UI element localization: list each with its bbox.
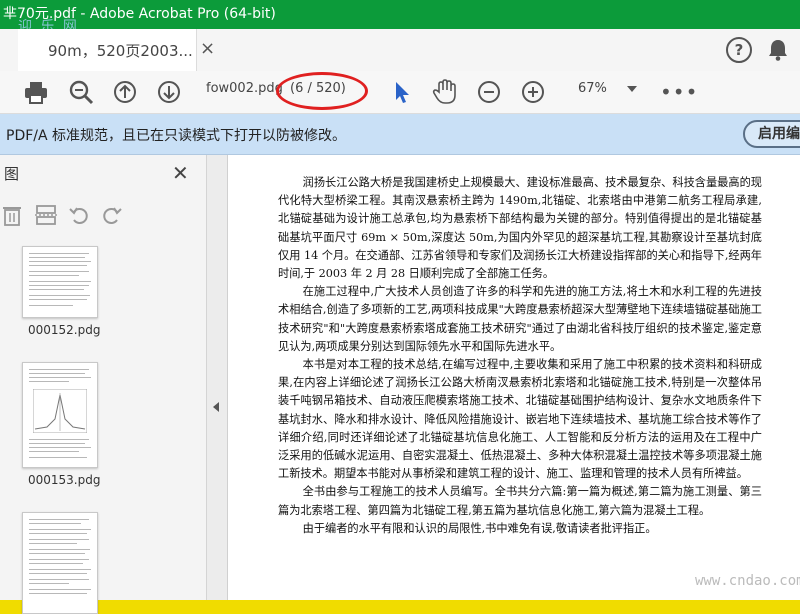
enable-editing-button[interactable]: 启用编: [743, 120, 800, 148]
document-page: 润扬长江公路大桥是我国建桥史上规模最大、建设标准最高、技术最复杂、科技含量最高的…: [228, 155, 800, 600]
undo-icon[interactable]: [67, 203, 91, 227]
toolbar: fow002.pdg (6 / 520) 67% •••: [0, 71, 800, 114]
paragraph: 由于编者的水平有限和认识的局限性,书中难免有误,敬请读者批评指正。: [302, 521, 657, 535]
document-tab[interactable]: 90m，520页2003... ×: [18, 29, 215, 71]
chevron-down-icon[interactable]: [627, 86, 637, 92]
hand-tool-icon[interactable]: [430, 78, 458, 106]
notice-text: PDF/A 标准规范，且已在只读模式下打开以防被修改。: [6, 128, 347, 144]
page-name-field[interactable]: fow002.pdg: [206, 81, 283, 96]
paragraph: 全书由参与工程施工的技术人员编写。全书共分六篇:第一篇为概述,第二篇为施工测量、…: [278, 485, 762, 517]
notice-bar: PDF/A 标准规范，且已在只读模式下打开以防被修改。 启用编: [0, 114, 800, 155]
panel-title: 图: [4, 165, 20, 183]
tab-label: 90m，520页2003...: [48, 42, 193, 60]
document-text: 润扬长江公路大桥是我国建桥史上规模最大、建设标准最高、技术最复杂、科技含量最高的…: [278, 174, 762, 538]
print-icon[interactable]: [22, 78, 50, 106]
panel-splitter[interactable]: [207, 155, 228, 600]
paragraph: 在施工过程中,广大技术人员创造了许多的科学和先进的施工方法,将土木和水利工程的先…: [278, 285, 762, 353]
zoom-level-field[interactable]: 67%: [578, 81, 607, 96]
thumbnail-label: 000153.pdg: [28, 473, 101, 487]
next-page-icon[interactable]: [155, 78, 183, 106]
close-icon[interactable]: ✕: [172, 161, 189, 185]
zoom-search-icon[interactable]: [67, 78, 95, 106]
previous-page-icon[interactable]: [111, 78, 139, 106]
tab-close-icon[interactable]: ×: [200, 38, 215, 59]
zoom-in-icon[interactable]: [519, 78, 547, 106]
trash-icon[interactable]: [0, 203, 24, 227]
page-thumbnail-153[interactable]: [22, 362, 98, 468]
highlight-ellipse: [276, 72, 368, 110]
page-thumbnail-152[interactable]: [22, 246, 98, 318]
thumbnail-figure: [33, 389, 87, 433]
paragraph: 本书是对本工程的技术总结,在编写过程中,主要收集和采用了施工中积累的技术资料和科…: [278, 358, 762, 481]
zoom-out-icon[interactable]: [475, 78, 503, 106]
site-watermark: www.cndao.com: [695, 573, 800, 589]
redo-icon[interactable]: [100, 203, 124, 227]
more-tools-icon[interactable]: •••: [660, 80, 698, 104]
paragraph: 润扬长江公路大桥是我国建桥史上规模最大、建设标准最高、技术最复杂、科技含量最高的…: [278, 176, 762, 281]
select-cursor-icon[interactable]: [388, 78, 416, 106]
help-icon[interactable]: ?: [726, 37, 752, 63]
extract-pages-icon[interactable]: [34, 203, 58, 227]
title-bar: 芈70元.pdf - Adobe Acrobat Pro (64-bit): [0, 0, 800, 29]
thumbnail-label: 000152.pdg: [28, 323, 101, 337]
tab-bar: 90m，520页2003... × ?: [0, 29, 800, 72]
collapse-panel-icon[interactable]: [213, 402, 219, 412]
page-thumbnails-panel: 图 ✕ 000152.pdg 000153.pdg: [0, 155, 207, 614]
bell-icon[interactable]: [765, 37, 791, 63]
page-thumbnail-154[interactable]: [22, 512, 98, 614]
